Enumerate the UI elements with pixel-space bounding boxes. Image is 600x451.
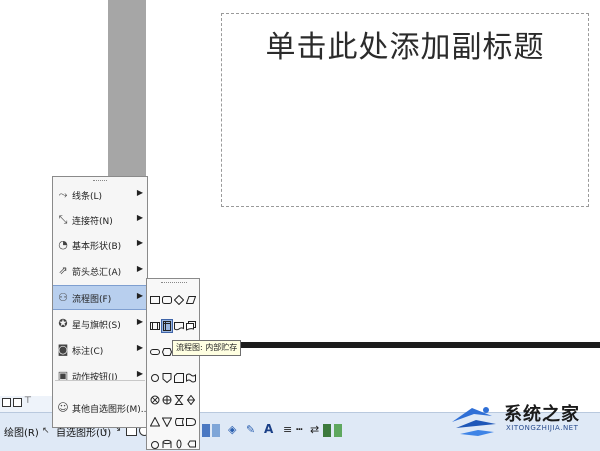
view-buttons-bar: ⊤ xyxy=(0,396,60,412)
submenu-arrow-icon: ▶ xyxy=(136,264,143,273)
card-shape[interactable] xyxy=(174,373,184,383)
insert-clipart-icon[interactable] xyxy=(212,424,220,437)
decision-shape[interactable] xyxy=(174,295,184,305)
collate-shape[interactable] xyxy=(174,395,184,405)
block-arrows-icon: ⇗ xyxy=(58,264,68,277)
submenu-arrow-icon: ▶ xyxy=(136,317,143,326)
flowchart-shapes-palette xyxy=(146,278,200,450)
3d-style-icon[interactable] xyxy=(334,424,342,437)
arrow-style-icon[interactable]: ⇄ xyxy=(310,423,319,436)
autoshapes-menu: ⤳ 线条(L) ▶ ⤡ 连接符(N) ▶ ◔ 基本形状(B) ▶ ⇗ 箭头总汇(… xyxy=(52,176,149,428)
shadow-style-icon[interactable] xyxy=(323,424,331,437)
submenu-arrow-icon: ▶ xyxy=(136,213,143,222)
off-page-connector-shape[interactable] xyxy=(162,373,172,383)
menu-item-basic-shapes[interactable]: ◔ 基本形状(B) ▶ xyxy=(53,233,147,258)
menu-item-stars-banners[interactable]: ✪ 星与旗帜(S) ▶ xyxy=(53,312,147,337)
internal-storage-shape[interactable] xyxy=(161,319,173,333)
menu-item-connectors[interactable]: ⤡ 连接符(N) ▶ xyxy=(53,208,147,233)
submenu-arrow-icon: ▶ xyxy=(136,343,143,352)
menu-item-flowchart[interactable]: ⚇ 流程图(F) ▶ xyxy=(53,285,147,310)
logo-mark-icon xyxy=(452,407,496,436)
predefined-process-shape[interactable] xyxy=(150,321,160,331)
punched-tape-shape[interactable] xyxy=(186,373,196,383)
sequential-access-storage-shape[interactable] xyxy=(150,439,160,449)
display-shape[interactable] xyxy=(186,439,196,449)
line-style-icon[interactable]: ≡ xyxy=(283,423,292,436)
menu-separator xyxy=(55,380,145,381)
stars-banners-icon: ✪ xyxy=(58,317,68,330)
connector-icon: ⤡ xyxy=(58,213,68,226)
submenu-arrow-icon: ▶ xyxy=(136,369,143,378)
preparation-shape[interactable] xyxy=(162,347,172,357)
basic-shapes-icon: ◔ xyxy=(58,238,68,251)
palette-drag-grip[interactable] xyxy=(161,282,187,285)
terminator-shape[interactable] xyxy=(150,347,160,357)
fill-color-icon[interactable]: ◈ xyxy=(228,423,236,436)
flowchart-icon: ⚇ xyxy=(58,291,68,304)
callouts-icon: ◙ xyxy=(57,343,69,356)
submenu-arrow-icon: ▶ xyxy=(136,238,143,247)
magnetic-disk-shape[interactable] xyxy=(162,439,172,449)
logo-url: XITONGZHIJIA.NET xyxy=(506,424,579,432)
submenu-arrow-icon: ▶ xyxy=(136,188,143,197)
stored-data-shape[interactable] xyxy=(174,417,184,427)
multidocument-shape[interactable] xyxy=(186,321,196,331)
logo-name: 系统之家 xyxy=(504,404,580,425)
alternate-process-shape[interactable] xyxy=(162,295,172,305)
font-color-icon[interactable]: A xyxy=(264,422,273,436)
select-objects-icon[interactable]: ↖ xyxy=(42,426,50,436)
draw-menu-button[interactable]: 绘图(R) xyxy=(4,424,39,439)
more-autoshapes-icon: ☺ xyxy=(57,401,69,414)
menu-item-lines[interactable]: ⤳ 线条(L) ▶ xyxy=(53,183,147,208)
normal-view-icon[interactable] xyxy=(2,398,11,407)
merge-shape[interactable] xyxy=(162,417,172,427)
line-color-icon[interactable]: ✎ xyxy=(246,423,255,436)
subtitle-placeholder-text[interactable]: 单击此处添加副标题 xyxy=(221,22,589,66)
dash-style-icon[interactable]: ┅ xyxy=(296,423,303,436)
process-shape[interactable] xyxy=(150,295,160,305)
insert-picture-icon[interactable] xyxy=(202,424,210,437)
summing-junction-shape[interactable] xyxy=(150,395,160,405)
data-shape[interactable] xyxy=(186,295,196,305)
lines-icon: ⤳ xyxy=(58,188,68,201)
menu-item-block-arrows[interactable]: ⇗ 箭头总汇(A) ▶ xyxy=(53,259,147,284)
sort-shape[interactable] xyxy=(186,395,196,405)
connector-shape[interactable] xyxy=(150,373,160,383)
delay-shape[interactable] xyxy=(186,417,196,427)
menu-item-more-autoshapes[interactable]: ☺ 其他自选图形(M)... xyxy=(53,396,149,421)
or-shape[interactable] xyxy=(162,395,172,405)
slideshow-icon[interactable]: ⊤ xyxy=(24,396,32,406)
menu-item-action-buttons[interactable]: ▣ 动作按钮(I) ▶ xyxy=(53,364,147,389)
slide-sorter-icon[interactable] xyxy=(13,398,22,407)
menu-item-callouts[interactable]: ◙ 标注(C) ▶ xyxy=(53,338,147,363)
shape-tooltip: 流程图: 内部贮存 xyxy=(172,340,242,356)
direct-access-storage-shape[interactable] xyxy=(174,439,184,449)
submenu-arrow-icon: ▶ xyxy=(136,291,143,300)
extract-shape[interactable] xyxy=(150,417,160,427)
document-shape[interactable] xyxy=(174,321,184,331)
